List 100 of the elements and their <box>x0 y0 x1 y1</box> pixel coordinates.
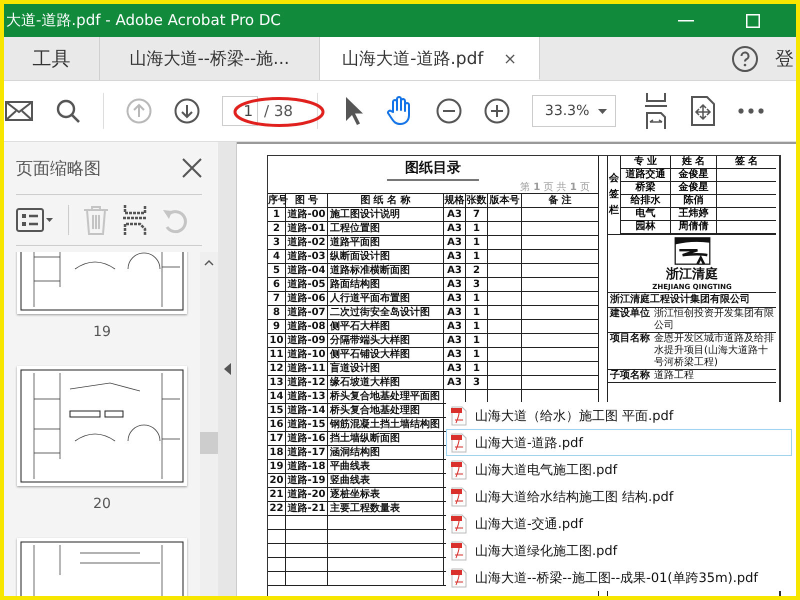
collapse-panel-icon[interactable] <box>224 363 230 375</box>
table-cell: 5 <box>268 264 286 277</box>
pdf-file-icon <box>451 460 467 480</box>
file-list-item[interactable]: 山海大道电气施工图.pdf <box>446 456 792 483</box>
table-cell: 道路-09 <box>286 334 328 347</box>
zoom-out-icon[interactable] <box>436 98 462 124</box>
drawing-list-title: 图纸目录 <box>387 159 479 181</box>
page-note: 第 1 页 共 1 页 <box>520 182 590 194</box>
scroll-up-icon[interactable] <box>204 260 214 266</box>
table-cell: 道路-12 <box>286 376 328 389</box>
minimize-icon[interactable] <box>678 20 694 22</box>
table-cell: 金俊星 <box>671 182 717 195</box>
file-list-item[interactable]: 山海大道-道路.pdf <box>446 429 792 456</box>
table-cell: 道路交通 <box>621 169 671 182</box>
company-logo-icon <box>674 237 710 265</box>
insert-page-icon[interactable] <box>123 205 147 235</box>
table-cell: 9 <box>268 320 286 333</box>
table-cell: 道路-04 <box>286 264 328 277</box>
table-cell: 分隔带端头大样图 <box>328 334 444 347</box>
table-cell: A3 <box>444 320 466 333</box>
maximize-icon[interactable] <box>746 14 760 28</box>
field-label: 子项名称 <box>610 370 650 382</box>
table-cell: 陈俏 <box>671 195 717 208</box>
next-page-icon[interactable] <box>174 98 200 124</box>
file-list-item[interactable]: 山海大道--桥梁--施工图--成果-01(单跨35m).pdf <box>446 564 792 591</box>
table-cell: 道路-19 <box>286 474 328 487</box>
tab[interactable]: 山海大道-道路.pdf × <box>320 37 540 80</box>
file-list-item[interactable]: 山海大道给水结构施工图 结构.pdf <box>446 483 792 510</box>
table-cell: 15 <box>268 404 286 417</box>
pdf-file-icon <box>451 540 467 560</box>
zoom-dropdown[interactable]: 33.3% <box>532 95 616 127</box>
table-cell: 园林 <box>621 221 671 234</box>
column-header: 姓 名 <box>671 156 717 169</box>
table-cell: 1 <box>466 250 488 263</box>
table-cell: 1 <box>466 348 488 361</box>
table-cell: 1 <box>466 362 488 375</box>
table-cell: 施工图设计说明 <box>328 208 444 221</box>
field-value: 道路工程 <box>654 370 695 382</box>
table-cell: 17 <box>268 432 286 445</box>
caret-icon <box>598 108 607 114</box>
mail-icon[interactable] <box>5 101 33 121</box>
column-header: 张数 <box>466 194 488 207</box>
table-cell: 纵断面设计图 <box>328 250 444 263</box>
page-count: / 38 <box>264 102 293 120</box>
table-cell: A3 <box>444 334 466 347</box>
table-cell: 20 <box>268 474 286 487</box>
table-cell: 给排水 <box>621 195 671 208</box>
more-icon[interactable] <box>738 108 764 114</box>
table-cell: 钢筋混凝土挡土墙结构图 <box>328 418 444 431</box>
table-cell: 王炜婷 <box>671 208 717 221</box>
table-cell: 1 <box>466 222 488 235</box>
full-screen-icon[interactable] <box>690 95 716 127</box>
table-cell: 3 <box>268 236 286 249</box>
pdf-file-icon <box>451 432 467 452</box>
page-thumbnail[interactable] <box>17 366 187 486</box>
table-cell: 道路-14 <box>286 404 328 417</box>
table-cell: A3 <box>444 250 466 263</box>
search-icon[interactable] <box>55 98 81 124</box>
scrollbar[interactable] <box>200 252 218 596</box>
file-list-item[interactable]: 山海大道-交通.pdf <box>446 510 792 537</box>
file-list-item[interactable]: 山海大道绿化施工图.pdf <box>446 537 792 564</box>
pdf-file-icon <box>451 514 467 534</box>
table-cell: 涵洞结构图 <box>328 446 444 459</box>
table-cell: 1 <box>466 334 488 347</box>
field-label: 项目名称 <box>610 333 650 346</box>
table-cell: 道路-08 <box>286 320 328 333</box>
table-cell: A3 <box>444 292 466 305</box>
help-icon[interactable] <box>731 44 759 72</box>
table-cell: A3 <box>444 306 466 319</box>
table-cell: 金俊星 <box>671 169 717 182</box>
table-cell: 道路-11 <box>286 362 328 375</box>
table-cell: 挡土墙纵断面图 <box>328 432 444 445</box>
table-cell: 道路-17 <box>286 446 328 459</box>
close-icon[interactable] <box>182 158 202 178</box>
scrollbar-thumb[interactable] <box>200 432 218 454</box>
zoom-in-icon[interactable] <box>484 98 510 124</box>
table-cell: A3 <box>444 348 466 361</box>
column-header: 签 名 <box>717 156 776 169</box>
table-cell: 1 <box>466 236 488 249</box>
table-cell: 工程位置图 <box>328 222 444 235</box>
file-list-item[interactable]: 山海大道（给水）施工图 平面.pdf <box>446 402 792 429</box>
table-cell: 1 <box>466 320 488 333</box>
table-cell: 周倩倩 <box>671 221 717 234</box>
table-cell: 竖曲线表 <box>328 474 444 487</box>
table-cell: 侧平石大样图 <box>328 320 444 333</box>
close-tab-button[interactable]: × <box>503 48 517 68</box>
company-name: 浙江清庭工程设计集团有限公司 <box>608 293 776 308</box>
table-cell: 1 <box>466 292 488 305</box>
table-cell: A3 <box>444 278 466 291</box>
table-cell: 桥头复合地基处理平面图 <box>328 390 444 403</box>
cursor-icon[interactable] <box>344 96 364 126</box>
field-value: 浙江恒创投资开发集团有限公司 <box>654 308 774 332</box>
table-cell: 道路-02 <box>286 236 328 249</box>
page-number: 19 <box>93 324 111 340</box>
fit-page-icon[interactable] <box>644 93 668 129</box>
column-header: 版本号 <box>488 194 522 207</box>
table-cell: 19 <box>268 460 286 473</box>
sign-in-link[interactable]: 登 <box>775 46 796 72</box>
table-cell: A3 <box>444 376 466 389</box>
options-icon[interactable] <box>16 208 54 232</box>
